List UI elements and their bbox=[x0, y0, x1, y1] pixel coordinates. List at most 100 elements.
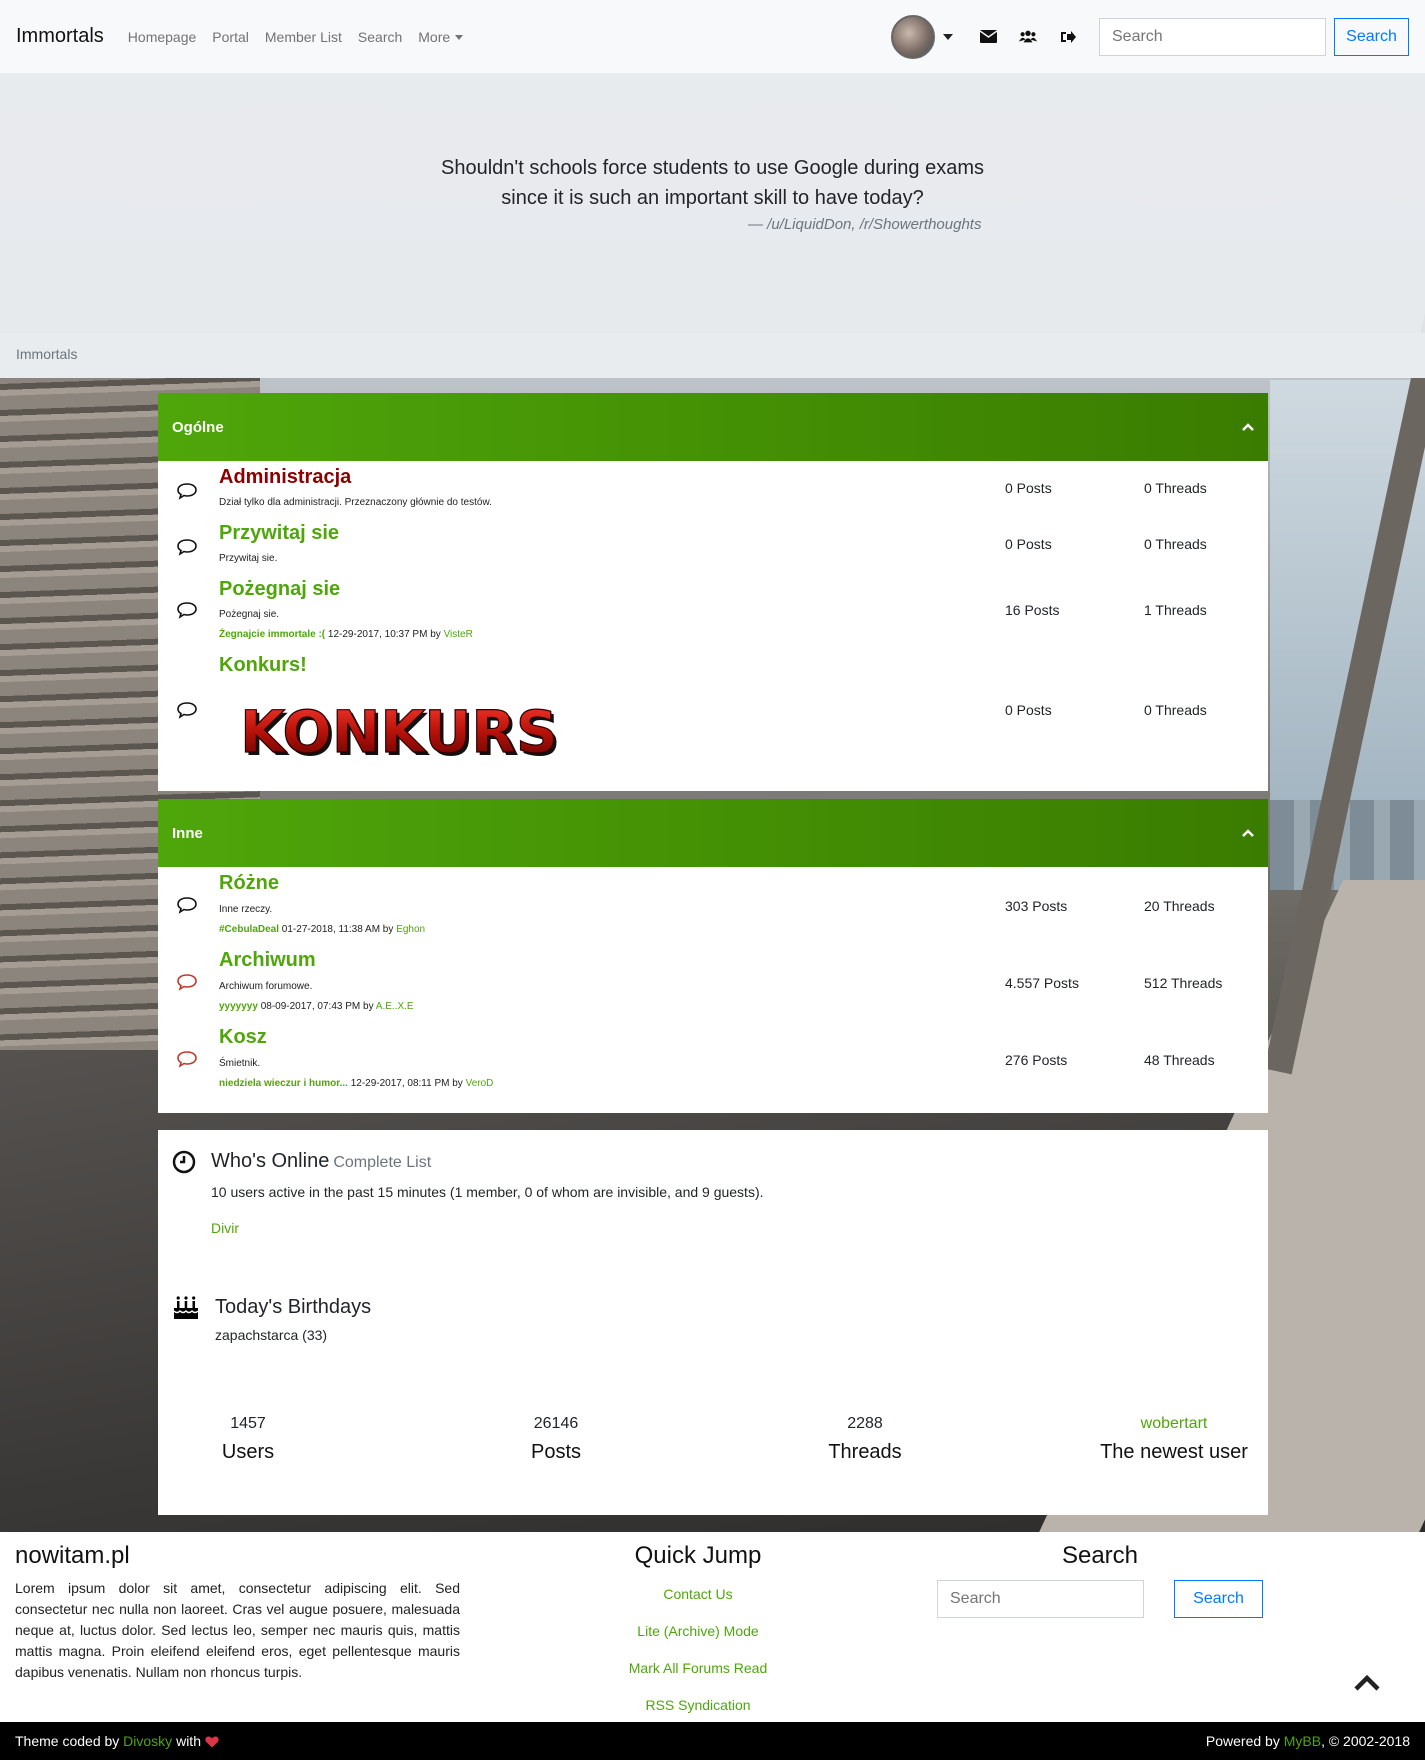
online-member-link[interactable]: Divir bbox=[211, 1220, 239, 1236]
speech-bubble-icon bbox=[177, 702, 197, 719]
forum-threads-count: 0 Threads bbox=[1144, 536, 1207, 552]
scroll-to-top-icon[interactable] bbox=[1354, 1674, 1380, 1692]
theme-credit: Theme coded by Divosky with bbox=[15, 1733, 219, 1749]
last-post-user-link[interactable]: VeroD bbox=[466, 1078, 494, 1089]
forum-posts-count: 303 Posts bbox=[1005, 898, 1068, 914]
last-post-thread-link[interactable]: yyyyyyy bbox=[219, 1001, 258, 1012]
forum-posts-count: 16 Posts bbox=[1005, 602, 1060, 618]
quick-link-mark-read[interactable]: Mark All Forums Read bbox=[598, 1660, 798, 1676]
last-post-user-link[interactable]: VisteR bbox=[444, 629, 473, 640]
navbar: Immortals Homepage Portal Member List Se… bbox=[0, 0, 1425, 73]
quick-link-lite-mode[interactable]: Lite (Archive) Mode bbox=[598, 1623, 798, 1639]
envelope-icon[interactable] bbox=[979, 28, 997, 46]
bottom-bar: Theme coded by Divosky with Powered by M… bbox=[0, 1722, 1425, 1760]
quick-link-contact[interactable]: Contact Us bbox=[598, 1586, 798, 1602]
forum-row: Administracja Dział tylko dla administra… bbox=[158, 466, 1268, 516]
stat-value: 26146 bbox=[533, 1415, 579, 1432]
quote-line-2: since it is such an important skill to h… bbox=[501, 187, 924, 209]
footer-site-title: nowitam.pl bbox=[15, 1542, 130, 1569]
forum-description: Pożegnaj sie. bbox=[219, 609, 280, 620]
nav-search[interactable]: Search bbox=[358, 29, 402, 45]
forum-threads-count: 512 Threads bbox=[1144, 975, 1223, 991]
chevron-up-icon[interactable] bbox=[1242, 421, 1254, 433]
heart-icon bbox=[205, 1736, 219, 1748]
breadcrumb-item[interactable]: Immortals bbox=[16, 346, 77, 362]
forum-posts-count: 0 Posts bbox=[1005, 536, 1052, 552]
forum-title[interactable]: Przywitaj sie bbox=[219, 522, 339, 545]
stat-threads: 2288 Threads bbox=[775, 1415, 955, 1464]
konkurs-banner-text: KONKURS bbox=[240, 698, 558, 766]
footer-search-input[interactable] bbox=[937, 1580, 1144, 1618]
forum-posts-count: 276 Posts bbox=[1005, 1052, 1068, 1068]
powered-by-prefix: Powered by bbox=[1205, 1733, 1284, 1749]
theme-credit-suffix: with bbox=[172, 1733, 205, 1749]
last-post-info: yyyyyyy 08-09-2017, 07:43 PM by A.E..X.E bbox=[219, 1001, 414, 1012]
speech-bubble-icon bbox=[177, 483, 197, 500]
last-post-user-link[interactable]: A.E..X.E bbox=[376, 1001, 414, 1012]
forum-row: Archiwum Archiwum forumowe. yyyyyyy 08-0… bbox=[158, 949, 1268, 1019]
powered-by-credit: Powered by MyBB, © 2002-2018 bbox=[1206, 1733, 1410, 1749]
forum-title[interactable]: Kosz bbox=[219, 1026, 267, 1049]
category-header[interactable]: Inne bbox=[158, 799, 1268, 867]
speech-bubble-icon bbox=[177, 539, 197, 556]
konkurs-banner-image[interactable]: KONKURS KONKURS bbox=[219, 694, 579, 772]
forum-title[interactable]: Konkurs! bbox=[219, 654, 307, 677]
category-header[interactable]: Ogólne bbox=[158, 393, 1268, 461]
forum-threads-count: 1 Threads bbox=[1144, 602, 1207, 618]
stat-label: Threads bbox=[828, 1441, 902, 1463]
forum-title[interactable]: Różne bbox=[219, 872, 279, 895]
forum-row: Różne Inne rzeczy. #CebulaDeal 01-27-201… bbox=[158, 872, 1268, 942]
last-post-date: 01-27-2018, 11:38 AM by bbox=[279, 924, 397, 935]
birthdays-title: Today's Birthdays bbox=[215, 1296, 372, 1318]
forum-row: Kosz Śmietnik. niedziela wieczur i humor… bbox=[158, 1026, 1268, 1096]
theme-credit-prefix: Theme coded by bbox=[15, 1733, 124, 1749]
user-menu-caret-icon[interactable] bbox=[943, 33, 953, 40]
category-title: Ogólne bbox=[172, 418, 224, 436]
forum-threads-count: 0 Threads bbox=[1144, 480, 1207, 496]
last-post-info: niedziela wieczur i humor... 12-29-2017,… bbox=[219, 1078, 493, 1089]
forum-title[interactable]: Archiwum bbox=[219, 949, 316, 972]
theme-author-link[interactable]: Divosky bbox=[123, 1733, 172, 1749]
forum-row: Przywitaj sie Przywitaj sie. 0 Posts 0 T… bbox=[158, 522, 1268, 572]
birthdays-list: zapachstarca (33) bbox=[215, 1327, 328, 1343]
nav-member-list[interactable]: Member List bbox=[265, 29, 342, 45]
stat-value: 1457 bbox=[230, 1415, 266, 1432]
last-post-thread-link[interactable]: Żegnajcie immortale :( bbox=[219, 629, 325, 640]
quick-jump-title: Quick Jump bbox=[634, 1542, 762, 1569]
navbar-search-input[interactable] bbox=[1099, 17, 1326, 56]
newest-user-link[interactable]: wobertart bbox=[1141, 1415, 1208, 1432]
navbar-search-button[interactable]: Search bbox=[1334, 17, 1409, 56]
last-post-thread-link[interactable]: #CebulaDeal bbox=[219, 924, 279, 935]
speech-bubble-hot-icon bbox=[177, 1051, 197, 1068]
forum-description: Śmietnik. bbox=[219, 1058, 261, 1069]
last-post-date: 08-09-2017, 07:43 PM by bbox=[257, 1001, 376, 1012]
stat-label: Posts bbox=[530, 1441, 582, 1463]
powered-by-suffix: , © 2002-2018 bbox=[1321, 1733, 1410, 1749]
complete-list-link[interactable]: Complete List bbox=[333, 1154, 431, 1171]
last-post-date: 12-29-2017, 08:11 PM by bbox=[347, 1078, 466, 1089]
footer-search-button[interactable]: Search bbox=[1174, 1580, 1263, 1618]
last-post-thread-link[interactable]: niedziela wieczur i humor... bbox=[219, 1078, 348, 1089]
stat-label: The newest user bbox=[1100, 1441, 1248, 1463]
chevron-up-icon[interactable] bbox=[1242, 827, 1254, 839]
whos-online-title: Who's Online bbox=[211, 1150, 330, 1172]
quick-link-rss[interactable]: RSS Syndication bbox=[598, 1697, 798, 1713]
forum-row: Pożegnaj sie Pożegnaj sie. Żegnajcie imm… bbox=[158, 578, 1268, 648]
last-post-user-link[interactable]: Eghon bbox=[396, 924, 425, 935]
nav-portal[interactable]: Portal bbox=[212, 29, 249, 45]
mybb-link[interactable]: MyBB bbox=[1284, 1733, 1321, 1749]
users-icon[interactable] bbox=[1019, 28, 1037, 46]
forum-description: Przywitaj sie. bbox=[219, 553, 278, 564]
brand-link[interactable]: Immortals bbox=[16, 25, 104, 48]
stat-value: 2288 bbox=[847, 1415, 883, 1432]
speech-bubble-hot-icon bbox=[177, 974, 197, 991]
logout-icon[interactable] bbox=[1059, 28, 1077, 46]
forum-threads-count: 0 Threads bbox=[1144, 702, 1207, 718]
board-statistics-panel: Who's Online Complete List 10 users activ… bbox=[158, 1130, 1268, 1515]
forum-title[interactable]: Administracja bbox=[219, 466, 351, 489]
forum-title[interactable]: Pożegnaj sie bbox=[219, 578, 340, 601]
nav-more-dropdown[interactable]: More bbox=[418, 29, 464, 45]
stat-users: 1457 Users bbox=[158, 1415, 338, 1464]
nav-homepage[interactable]: Homepage bbox=[128, 29, 197, 45]
user-avatar[interactable] bbox=[891, 14, 935, 59]
